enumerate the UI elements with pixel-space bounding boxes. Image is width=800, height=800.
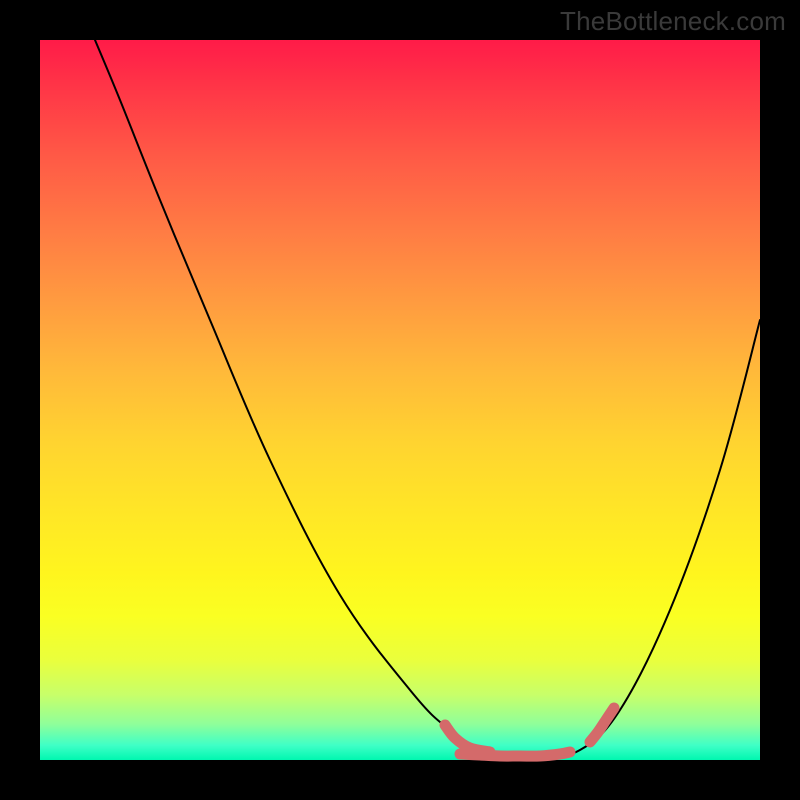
watermark-text: TheBottleneck.com bbox=[560, 6, 786, 37]
curve-svg bbox=[40, 40, 760, 760]
accent-segment-left bbox=[445, 725, 490, 752]
chart-frame: TheBottleneck.com bbox=[0, 0, 800, 800]
bottleneck-curve bbox=[95, 40, 760, 756]
accent-segment-bottom bbox=[460, 752, 570, 756]
plot-area bbox=[40, 40, 760, 760]
